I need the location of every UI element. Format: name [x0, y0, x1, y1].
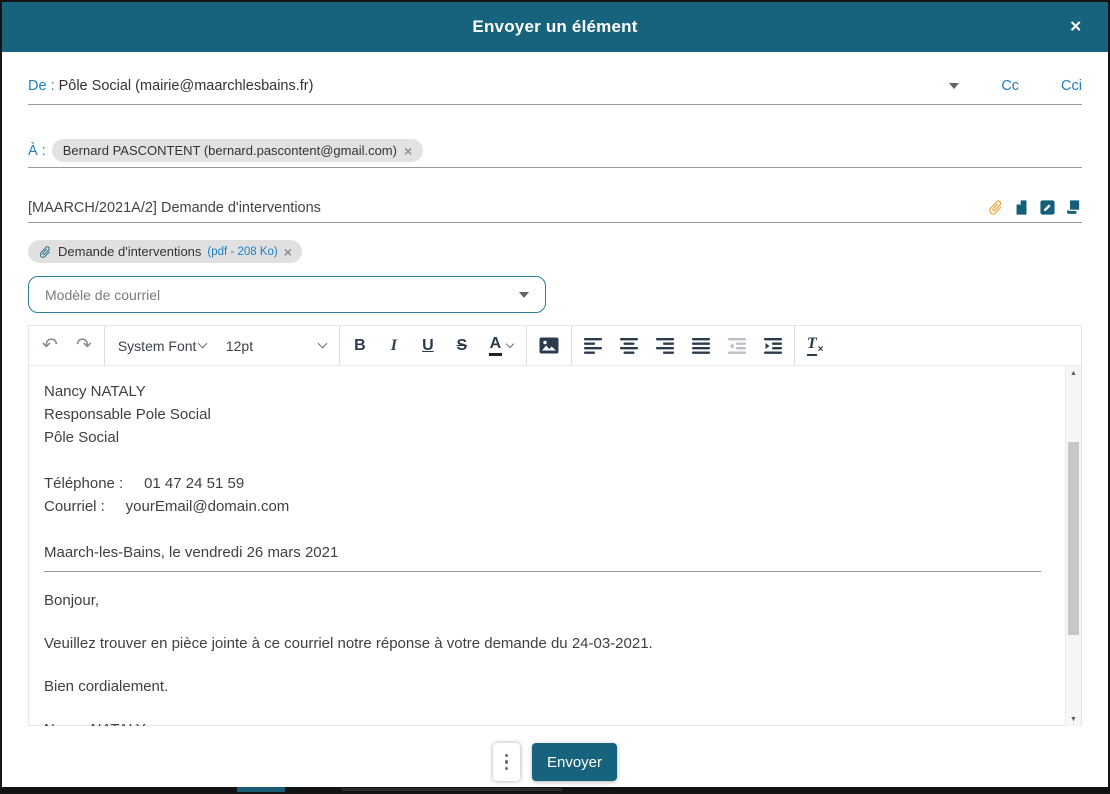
outdent-button[interactable]	[719, 326, 755, 366]
body-line: Veuillez trouver en pièce jointe à ce co…	[44, 632, 1041, 655]
close-icon[interactable]: ✕	[1069, 20, 1082, 35]
insert-image-button[interactable]	[530, 326, 568, 366]
background-fragment	[237, 787, 285, 792]
font-size-select[interactable]: 12pt	[216, 326, 336, 366]
attachment-row: Demande d'interventions (pdf - 208 Ko) ×	[28, 240, 1082, 263]
send-button[interactable]: Envoyer	[532, 743, 617, 781]
toolbar-separator	[339, 326, 340, 366]
toolbar-separator	[571, 326, 572, 366]
image-icon	[539, 337, 559, 354]
subject-row: [MAARCH/2021A/2] Demande d'interventions	[28, 199, 1082, 223]
indent-icon	[764, 338, 782, 354]
toolbar-separator	[526, 326, 527, 366]
edit-icon[interactable]	[1039, 199, 1056, 216]
bold-button[interactable]: B	[343, 326, 377, 366]
modal-footer: Envoyer	[28, 743, 1082, 781]
background-page-strip	[2, 787, 1108, 792]
subject-actions	[987, 199, 1082, 216]
kebab-menu-icon	[505, 754, 509, 758]
remove-attachment-icon[interactable]: ×	[284, 245, 292, 259]
background-fragment	[342, 788, 562, 791]
align-center-button[interactable]	[611, 326, 647, 366]
closing-line: Bien cordialement.	[44, 675, 1041, 698]
justify-icon	[692, 338, 710, 354]
to-label: À :	[28, 143, 46, 159]
strikethrough-button[interactable]: S	[445, 326, 479, 366]
toolbar-separator	[104, 326, 105, 366]
signature-block: Nancy NATALY Responsable Pole Social Pôl…	[44, 380, 1041, 564]
modal-title: Envoyer un élément	[472, 17, 637, 37]
chevron-down-icon	[317, 339, 327, 349]
clear-formatting-icon: T	[807, 335, 817, 355]
scroll-down-icon[interactable]: ▼	[1066, 712, 1081, 726]
rich-text-editor: ↶ ↷ System Font 12pt B I U S A	[28, 325, 1082, 726]
scrollbar-thumb[interactable]	[1068, 442, 1079, 635]
italic-button[interactable]: I	[377, 326, 411, 366]
modal-header: Envoyer un élément ✕	[2, 2, 1108, 52]
chevron-down-icon[interactable]	[949, 83, 959, 89]
recipient-chip-label: Bernard PASCONTENT (bernard.pascontent@g…	[63, 143, 397, 158]
from-row[interactable]: De : Pôle Social (mairie@maarchlesbains.…	[28, 78, 1082, 105]
underline-button[interactable]: U	[411, 326, 445, 366]
align-right-icon	[656, 338, 674, 354]
cc-link[interactable]: Cc	[1001, 78, 1019, 94]
to-row[interactable]: À : Bernard PASCONTENT (bernard.pasconte…	[28, 139, 1082, 168]
undo-icon[interactable]: ↶	[33, 326, 67, 366]
from-label: De :	[28, 78, 55, 94]
text-color-button[interactable]: A	[479, 326, 523, 366]
scrollbar-track[interactable]	[1066, 380, 1081, 712]
chevron-down-icon	[519, 292, 529, 298]
attachment-chip[interactable]: Demande d'interventions (pdf - 208 Ko) ×	[28, 240, 302, 263]
more-options-button[interactable]	[493, 743, 520, 781]
recipient-chip[interactable]: Bernard PASCONTENT (bernard.pascontent@g…	[52, 139, 423, 162]
chevron-down-icon	[506, 339, 514, 347]
paperclip-icon	[35, 242, 55, 262]
from-value: Pôle Social (mairie@maarchlesbains.fr)	[59, 78, 314, 94]
attachment-meta: (pdf - 208 Ko)	[207, 246, 277, 258]
attachment-name: Demande d'interventions	[58, 244, 201, 259]
outdent-icon	[728, 338, 746, 354]
editor-toolbar: ↶ ↷ System Font 12pt B I U S A	[29, 326, 1081, 366]
email-body-input[interactable]: Nancy NATALY Responsable Pole Social Pôl…	[29, 366, 1081, 726]
font-family-select[interactable]: System Font	[108, 326, 216, 366]
signature-name-line: Nancy NATALY	[44, 718, 1041, 726]
scroll-up-icon[interactable]: ▲	[1066, 366, 1081, 380]
divider	[44, 571, 1041, 572]
justify-button[interactable]	[683, 326, 719, 366]
subject-input[interactable]: [MAARCH/2021A/2] Demande d'interventions	[28, 200, 987, 216]
align-left-icon	[584, 338, 602, 354]
send-element-modal: Envoyer un élément ✕ De : Pôle Social (m…	[0, 0, 1110, 794]
greeting-line: Bonjour,	[44, 589, 1041, 612]
template-placeholder: Modèle de courriel	[45, 287, 519, 303]
chevron-down-icon	[197, 339, 207, 349]
cci-link[interactable]: Cci	[1061, 78, 1082, 94]
remove-recipient-icon[interactable]: ×	[404, 144, 412, 158]
modal-content: De : Pôle Social (mairie@maarchlesbains.…	[2, 78, 1108, 781]
align-left-button[interactable]	[575, 326, 611, 366]
editor-scrollbar[interactable]: ▲ ▼	[1065, 366, 1081, 726]
toolbar-separator	[794, 326, 795, 366]
align-right-button[interactable]	[647, 326, 683, 366]
editor-body: Nancy NATALY Responsable Pole Social Pôl…	[29, 366, 1081, 726]
paperclip-icon[interactable]	[983, 195, 1007, 219]
scroll-icon[interactable]	[1065, 199, 1082, 216]
align-center-icon	[620, 338, 638, 354]
file-icon[interactable]	[1013, 199, 1030, 216]
indent-button[interactable]	[755, 326, 791, 366]
email-template-select[interactable]: Modèle de courriel	[28, 276, 546, 313]
redo-icon[interactable]: ↷	[67, 326, 101, 366]
clear-formatting-button[interactable]: T ×	[798, 326, 833, 366]
